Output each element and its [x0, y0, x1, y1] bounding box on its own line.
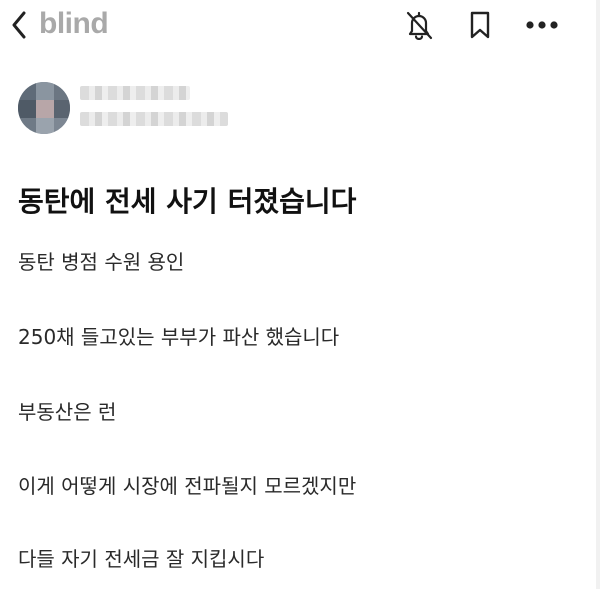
post-paragraph: 다들 자기 전세금 잘 지킵시다 [18, 547, 265, 571]
bookmark-icon [470, 11, 490, 39]
post-paragraph: 부동산은 런 [18, 400, 117, 424]
chevron-left-icon [12, 11, 26, 39]
post-screen: blind 동탄에 전세 사기 터졌습니다 동탄 병점 수원 용인 250채 들… [0, 0, 600, 589]
post-paragraph: 이게 어떻게 시장에 전파될지 모르겠지만 [18, 474, 357, 498]
author-company-blurred [80, 86, 190, 100]
avatar[interactable] [18, 82, 70, 134]
more-horizontal-icon [526, 21, 558, 29]
bookmark-button[interactable] [463, 8, 497, 42]
bell-off-icon [406, 11, 433, 40]
back-button[interactable] [6, 8, 32, 42]
top-bar: blind [0, 0, 600, 52]
post-paragraph: 250채 들고있는 부부가 파산 했습니다 [18, 325, 340, 349]
notification-off-button[interactable] [402, 8, 436, 42]
author-meta-blurred [80, 112, 228, 126]
more-options-button[interactable] [522, 8, 562, 42]
scroll-edge [596, 0, 600, 589]
author-info[interactable] [18, 80, 298, 136]
brand-logo[interactable]: blind [39, 7, 109, 41]
post-title: 동탄에 전세 사기 터졌습니다 [18, 185, 357, 218]
post-paragraph: 동탄 병점 수원 용인 [18, 250, 185, 274]
